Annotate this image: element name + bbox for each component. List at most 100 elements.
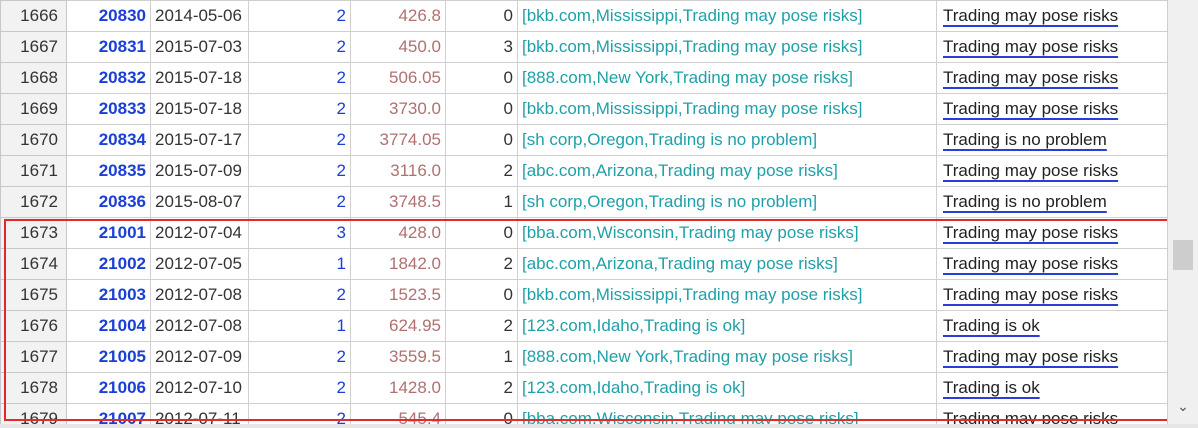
note-cell[interactable]: Trading may pose risks [936,217,1169,249]
note-link[interactable]: Trading may pose risks [943,68,1118,87]
amount-cell[interactable]: 1523.5 [350,279,446,311]
date-cell[interactable]: 2015-07-17 [150,124,249,156]
table-row[interactable]: 1676 21004 2012-07-08 1 624.95 2 [123.com,Idah… [0,310,1169,342]
flag-cell[interactable]: 2 [445,248,518,280]
table-row[interactable]: 1673 21001 2012-07-04 3 428.0 0 [bba.com,Wisco… [0,217,1169,249]
table-row[interactable]: 1669 20833 2015-07-18 2 3730.0 0 [bkb.com,Miss… [0,93,1169,125]
record-cell[interactable]: [888.com,New York,Trading may pose risks… [517,62,937,94]
note-link[interactable]: Trading is no problem [943,192,1107,211]
note-cell[interactable]: Trading may pose risks [936,341,1169,373]
amount-cell[interactable]: 506.05 [350,62,446,94]
record-cell[interactable]: [bkb.com,Mississippi,Trading may pose ri… [517,0,937,32]
note-link[interactable]: Trading may pose risks [943,347,1118,366]
note-cell[interactable]: Trading may pose risks [936,155,1169,187]
row-index-cell[interactable]: 1671 [0,155,67,187]
row-index-cell[interactable]: 1666 [0,0,67,32]
record-cell[interactable]: [bba.com,Wisconsin,Trading may pose risk… [517,217,937,249]
flag-cell[interactable]: 0 [445,93,518,125]
date-cell[interactable]: 2012-07-05 [150,248,249,280]
quantity-cell[interactable]: 2 [248,31,351,63]
quantity-cell[interactable]: 1 [248,248,351,280]
amount-cell[interactable]: 1842.0 [350,248,446,280]
amount-cell[interactable]: 3730.0 [350,93,446,125]
quantity-cell[interactable]: 2 [248,279,351,311]
quantity-cell[interactable]: 2 [248,341,351,373]
scrollbar-thumb[interactable] [1173,240,1193,270]
id-cell[interactable]: 20830 [66,0,151,32]
note-link[interactable]: Trading may pose risks [943,37,1118,56]
record-cell[interactable]: [bkb.com,Mississippi,Trading may pose ri… [517,93,937,125]
id-cell[interactable]: 21005 [66,341,151,373]
record-cell[interactable]: [abc.com,Arizona,Trading may pose risks] [517,155,937,187]
id-cell[interactable]: 21001 [66,217,151,249]
note-cell[interactable]: Trading may pose risks [936,31,1169,63]
flag-cell[interactable]: 0 [445,62,518,94]
id-cell[interactable]: 21004 [66,310,151,342]
row-index-cell[interactable]: 1672 [0,186,67,218]
table-row[interactable]: 1674 21002 2012-07-05 1 1842.0 2 [abc.com,Ariz… [0,248,1169,280]
amount-cell[interactable]: 3116.0 [350,155,446,187]
flag-cell[interactable]: 2 [445,372,518,404]
quantity-cell[interactable]: 3 [248,217,351,249]
note-link[interactable]: Trading is no problem [943,130,1107,149]
flag-cell[interactable]: 0 [445,124,518,156]
quantity-cell[interactable]: 2 [248,62,351,94]
row-index-cell[interactable]: 1677 [0,341,67,373]
table-row[interactable]: 1678 21006 2012-07-10 2 1428.0 2 [123.com,Idah… [0,372,1169,404]
table-row[interactable]: 1666 20830 2014-05-06 2 426.8 0 [bkb.com,Missi… [0,0,1169,32]
date-cell[interactable]: 2012-07-04 [150,217,249,249]
quantity-cell[interactable]: 2 [248,124,351,156]
id-cell[interactable]: 21003 [66,279,151,311]
flag-cell[interactable]: 2 [445,310,518,342]
row-index-cell[interactable]: 1674 [0,248,67,280]
row-index-cell[interactable]: 1675 [0,279,67,311]
quantity-cell[interactable]: 2 [248,0,351,32]
note-link[interactable]: Trading may pose risks [943,254,1118,273]
date-cell[interactable]: 2012-07-08 [150,279,249,311]
table-row[interactable]: 1671 20835 2015-07-09 2 3116.0 2 [abc.com,Ariz… [0,155,1169,187]
id-cell[interactable]: 20832 [66,62,151,94]
date-cell[interactable]: 2015-08-07 [150,186,249,218]
table-row[interactable]: 1668 20832 2015-07-18 2 506.05 0 [888.com,New … [0,62,1169,94]
table-row[interactable]: 1677 21005 2012-07-09 2 3559.5 1 [888.com,New … [0,341,1169,373]
flag-cell[interactable]: 0 [445,0,518,32]
note-cell[interactable]: Trading may pose risks [936,93,1169,125]
note-link[interactable]: Trading may pose risks [943,99,1118,118]
record-cell[interactable]: [abc.com,Arizona,Trading may pose risks] [517,248,937,280]
quantity-cell[interactable]: 1 [248,310,351,342]
row-index-cell[interactable]: 1678 [0,372,67,404]
amount-cell[interactable]: 450.0 [350,31,446,63]
quantity-cell[interactable]: 2 [248,155,351,187]
table-row[interactable]: 1667 20831 2015-07-03 2 450.0 3 [bkb.com,Missi… [0,31,1169,63]
amount-cell[interactable]: 428.0 [350,217,446,249]
row-index-cell[interactable]: 1670 [0,124,67,156]
date-cell[interactable]: 2015-07-18 [150,93,249,125]
id-cell[interactable]: 20836 [66,186,151,218]
note-link[interactable]: Trading is ok [943,316,1040,335]
record-cell[interactable]: [sh corp,Oregon,Trading is no problem] [517,124,937,156]
date-cell[interactable]: 2012-07-10 [150,372,249,404]
table-row[interactable]: 1675 21003 2012-07-08 2 1523.5 0 [bkb.com,Miss… [0,279,1169,311]
amount-cell[interactable]: 624.95 [350,310,446,342]
record-cell[interactable]: [sh corp,Oregon,Trading is no problem] [517,186,937,218]
id-cell[interactable]: 20833 [66,93,151,125]
note-link[interactable]: Trading is ok [943,378,1040,397]
row-index-cell[interactable]: 1668 [0,62,67,94]
note-cell[interactable]: Trading may pose risks [936,279,1169,311]
row-index-cell[interactable]: 1673 [0,217,67,249]
quantity-cell[interactable]: 2 [248,93,351,125]
date-cell[interactable]: 2012-07-09 [150,341,249,373]
note-link[interactable]: Trading may pose risks [943,285,1118,304]
record-cell[interactable]: [888.com,New York,Trading may pose risks… [517,341,937,373]
flag-cell[interactable]: 2 [445,155,518,187]
note-cell[interactable]: Trading is ok [936,372,1169,404]
id-cell[interactable]: 20835 [66,155,151,187]
record-cell[interactable]: [bkb.com,Mississippi,Trading may pose ri… [517,31,937,63]
amount-cell[interactable]: 1428.0 [350,372,446,404]
record-cell[interactable]: [bkb.com,Mississippi,Trading may pose ri… [517,279,937,311]
date-cell[interactable]: 2015-07-03 [150,31,249,63]
amount-cell[interactable]: 3774.05 [350,124,446,156]
chevron-down-icon[interactable]: ⌄ [1175,398,1191,414]
id-cell[interactable]: 20831 [66,31,151,63]
id-cell[interactable]: 21006 [66,372,151,404]
